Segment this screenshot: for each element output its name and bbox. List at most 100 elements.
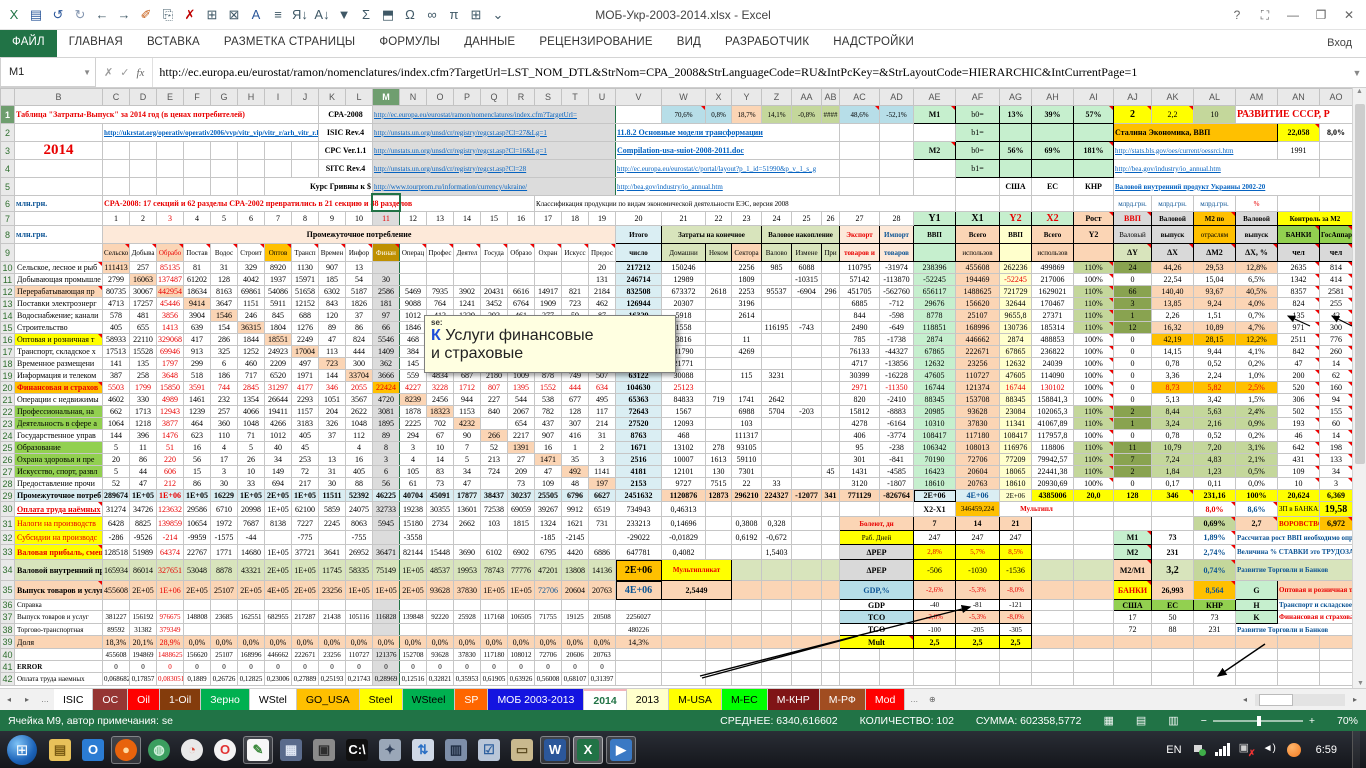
formula-bar-expand-icon[interactable]: ▼ bbox=[1348, 58, 1366, 87]
cell-N14[interactable]: 1012 bbox=[400, 310, 427, 322]
cell-H18[interactable]: 460 bbox=[238, 358, 265, 370]
paste-icon[interactable]: ⎘ bbox=[158, 4, 178, 26]
cell-AJ42[interactable] bbox=[1114, 673, 1152, 686]
cell-AO2[interactable]: 8,0% bbox=[1320, 124, 1353, 142]
cell-Z38[interactable] bbox=[762, 624, 792, 636]
cell-I40[interactable]: 446662 bbox=[265, 649, 292, 661]
cell-AI41[interactable] bbox=[1074, 661, 1114, 673]
cell-T29[interactable]: 6796 bbox=[562, 490, 589, 502]
cell-AM1[interactable]: РАЗВИТИЕ СССР, Р bbox=[1236, 106, 1353, 124]
cell-AL20[interactable]: 5,82 bbox=[1194, 382, 1236, 394]
column-header-M[interactable]: M bbox=[373, 89, 400, 106]
cell-G33[interactable]: 1771 bbox=[211, 545, 238, 560]
cell-AO3[interactable] bbox=[1320, 142, 1353, 160]
cell-Z27[interactable] bbox=[762, 466, 792, 478]
cell-D22[interactable]: 1713 bbox=[130, 406, 157, 418]
cell-F33[interactable]: 22767 bbox=[184, 545, 211, 560]
cell-I14[interactable]: 845 bbox=[265, 310, 292, 322]
cell-AN37[interactable]: Финансовая и страховая деятельн bbox=[1278, 611, 1353, 624]
cell-E18[interactable]: 1797 bbox=[157, 358, 184, 370]
cell-D4[interactable] bbox=[130, 160, 157, 178]
show-desktop-button[interactable] bbox=[1352, 731, 1360, 768]
cell-AI22[interactable]: 110% bbox=[1074, 406, 1114, 418]
cell-AA30[interactable] bbox=[792, 502, 822, 517]
cell-Y36[interactable] bbox=[732, 600, 762, 611]
column-header-AD[interactable]: AD bbox=[880, 89, 914, 106]
cell-P39[interactable]: 0,0% bbox=[454, 636, 481, 649]
cell-W22[interactable]: 1567 bbox=[662, 406, 706, 418]
cell-AM14[interactable]: 0,7% bbox=[1236, 310, 1278, 322]
cell-Y38[interactable] bbox=[732, 624, 762, 636]
cell-O11[interactable] bbox=[427, 274, 454, 286]
cell-Q7[interactable]: 15 bbox=[481, 212, 508, 226]
cell-AC17[interactable]: 76133 bbox=[840, 346, 880, 358]
cell-F40[interactable]: 156620 bbox=[184, 649, 211, 661]
cell-AL39[interactable] bbox=[1194, 636, 1236, 649]
cell-K33[interactable]: 3641 bbox=[319, 545, 346, 560]
cell-AN36[interactable]: Транспорт и складское хозяйство bbox=[1278, 600, 1353, 611]
cell-O13[interactable]: 764 bbox=[427, 298, 454, 310]
cell-U12[interactable]: 2184 bbox=[589, 286, 616, 298]
cell-Z17[interactable] bbox=[762, 346, 792, 358]
cell-AI38[interactable] bbox=[1074, 624, 1114, 636]
taskbar-icon-excel[interactable]: X bbox=[573, 736, 603, 764]
cell-X30[interactable] bbox=[706, 502, 732, 517]
cell-S12[interactable]: 14917 bbox=[535, 286, 562, 298]
cell-AI5[interactable]: КНР bbox=[1074, 178, 1114, 196]
cell-AI18[interactable]: 100% bbox=[1074, 358, 1114, 370]
column-header-X[interactable]: X bbox=[706, 89, 732, 106]
cell-O25[interactable]: 10 bbox=[427, 442, 454, 454]
cell-AH35[interactable] bbox=[1032, 581, 1074, 600]
cell-N34[interactable]: 1E+05 bbox=[400, 560, 427, 581]
cell-J23[interactable]: 3183 bbox=[292, 418, 319, 430]
cell-P38[interactable] bbox=[454, 624, 481, 636]
cell-AA14[interactable] bbox=[792, 310, 822, 322]
column-header-L[interactable]: L bbox=[346, 89, 373, 106]
cell-Q36[interactable] bbox=[481, 600, 508, 611]
cell-F17[interactable]: 913 bbox=[184, 346, 211, 358]
cell-AD42[interactable] bbox=[880, 673, 914, 686]
cell-T12[interactable]: 821 bbox=[562, 286, 589, 298]
cell-I27[interactable]: 149 bbox=[265, 466, 292, 478]
cell-AG33[interactable]: 8,5% bbox=[1000, 545, 1032, 560]
cell-Q41[interactable]: 0 bbox=[481, 661, 508, 673]
cell-AH1[interactable]: 39% bbox=[1032, 106, 1074, 124]
cell-AM32[interactable]: Рассчитав рост ВВП необходимо опред bbox=[1236, 531, 1353, 545]
cell-J42[interactable]: 0,27889 bbox=[292, 673, 319, 686]
cell-Z32[interactable]: -0,672 bbox=[762, 531, 792, 545]
cell-W24[interactable]: 468 bbox=[662, 430, 706, 442]
cell-V31[interactable]: 233213 bbox=[616, 517, 662, 531]
cell-AC19[interactable]: 30399 bbox=[840, 370, 880, 382]
cell-AD21[interactable]: -2410 bbox=[880, 394, 914, 406]
cell-X22[interactable] bbox=[706, 406, 732, 418]
cell-G17[interactable]: 325 bbox=[211, 346, 238, 358]
cell-T27[interactable]: 492 bbox=[562, 466, 589, 478]
cell-Y22[interactable]: 6988 bbox=[732, 406, 762, 418]
cell-W42[interactable] bbox=[662, 673, 706, 686]
cell-AK20[interactable]: 8,73 bbox=[1152, 382, 1194, 394]
cell-W9[interactable]: Домашни bbox=[662, 244, 706, 262]
row-header-28[interactable]: 28 bbox=[1, 478, 15, 490]
cell-AA36[interactable] bbox=[792, 600, 822, 611]
cell-AN30[interactable]: ЗП в БАНКАХ, тыс.грн/мес. bbox=[1278, 502, 1320, 517]
cell-L38[interactable] bbox=[346, 624, 373, 636]
cell-AI30[interactable] bbox=[1074, 502, 1114, 517]
cell-J22[interactable]: 1157 bbox=[292, 406, 319, 418]
cell-B38[interactable]: Торгово-транспортная bbox=[15, 624, 103, 636]
row-header-20[interactable]: 20 bbox=[1, 382, 15, 394]
cell-C28[interactable]: 52 bbox=[103, 478, 130, 490]
cell-AD27[interactable]: -4585 bbox=[880, 466, 914, 478]
taskbar-icon-monitor-graph[interactable]: ▥ bbox=[441, 736, 471, 764]
column-header-AM[interactable]: AM bbox=[1236, 89, 1278, 106]
cell-S6[interactable]: Классификация продукции по видам экономи… bbox=[535, 196, 956, 212]
cell-Y14[interactable]: 2614 bbox=[732, 310, 762, 322]
cell-AB18[interactable] bbox=[822, 358, 840, 370]
taskbar-icon-chrome[interactable]: ◔ bbox=[177, 736, 207, 764]
cell-AK38[interactable]: 88 bbox=[1152, 624, 1194, 636]
cell-R9[interactable]: Образо bbox=[508, 244, 535, 262]
cell-W28[interactable]: 9727 bbox=[662, 478, 706, 490]
cell-AM35[interactable]: G bbox=[1236, 581, 1278, 600]
cell-AH2[interactable] bbox=[1032, 124, 1074, 142]
row-header-10[interactable]: 10 bbox=[1, 262, 15, 274]
cell-AA31[interactable] bbox=[792, 517, 822, 531]
